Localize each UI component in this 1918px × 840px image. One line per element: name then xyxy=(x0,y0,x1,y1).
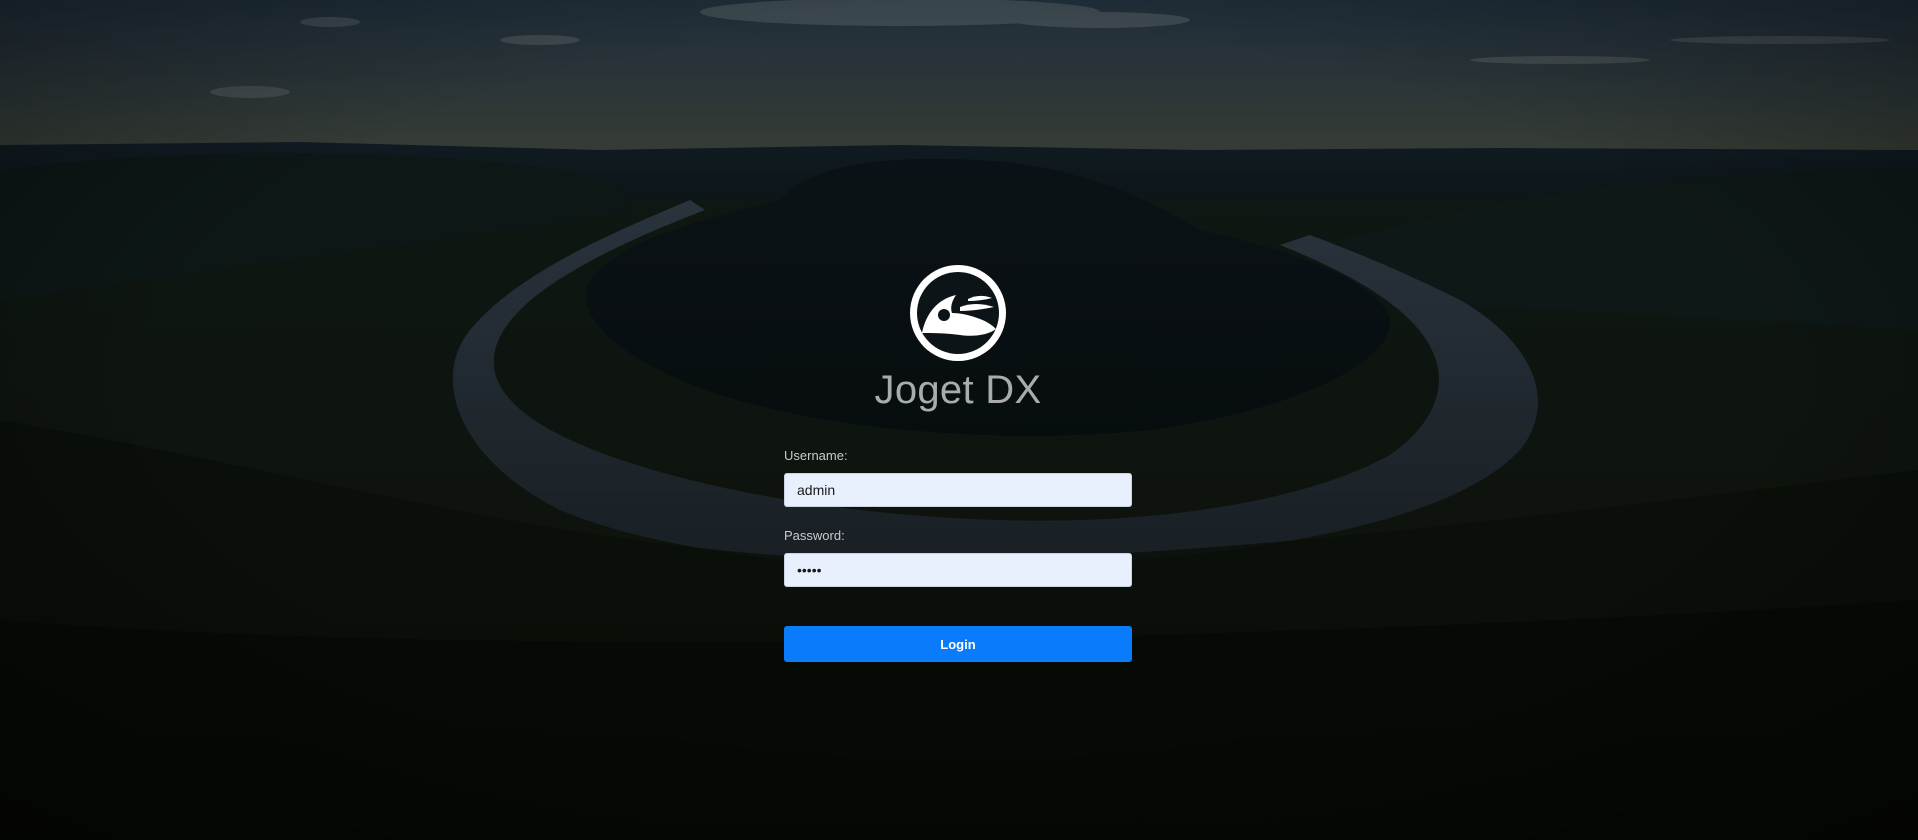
username-input[interactable] xyxy=(784,473,1132,507)
login-button[interactable]: Login xyxy=(784,626,1132,662)
password-label: Password: xyxy=(784,528,845,543)
brand-title: Joget DX xyxy=(874,368,1042,412)
joget-logo-icon xyxy=(910,265,1006,361)
username-label: Username: xyxy=(784,448,848,463)
brand-header: Joget DX xyxy=(784,263,1132,413)
login-page xyxy=(0,0,1918,840)
background-landscape-image xyxy=(0,0,1918,840)
password-input[interactable] xyxy=(784,553,1132,587)
